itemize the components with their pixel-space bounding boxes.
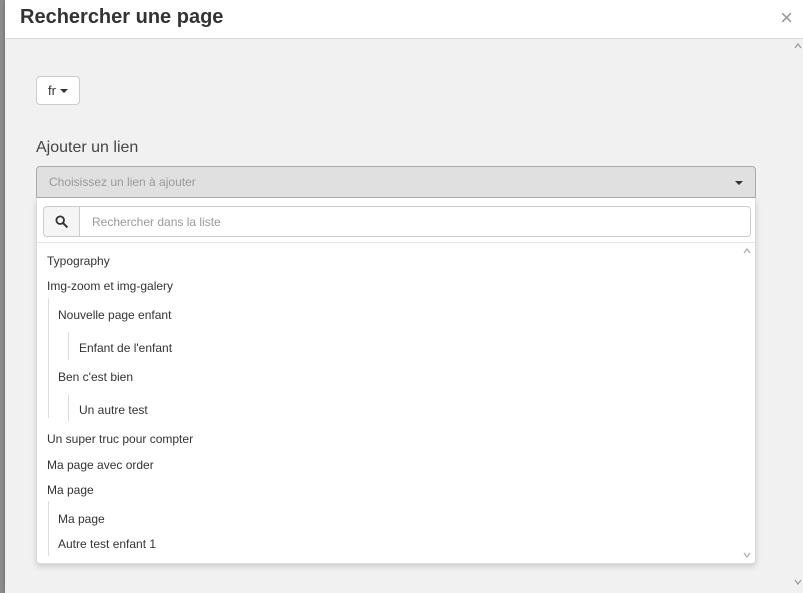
page-list-item[interactable]: Img-zoom et img-galery <box>47 279 173 293</box>
add-link-label: Ajouter un lien <box>36 139 139 156</box>
chevron-up-icon[interactable] <box>794 42 802 50</box>
language-selected-label: fr <box>48 83 56 98</box>
link-select-placeholder: Choisissez un lien à ajouter <box>49 175 196 189</box>
page-list: Typography Img-zoom et img-galery Nouvelle… <box>37 243 755 563</box>
page-list-item[interactable]: Ma page avec order <box>47 458 154 472</box>
search-icon <box>43 206 79 237</box>
chevron-down-icon[interactable] <box>794 578 802 586</box>
language-dropdown-button[interactable]: fr <box>36 76 80 105</box>
caret-down-icon <box>735 181 743 185</box>
page-list-item[interactable]: Ben c'est bien <box>58 370 133 384</box>
tree-guide-line <box>68 394 69 422</box>
chevron-up-icon[interactable] <box>743 247 751 255</box>
page-list-item[interactable]: Enfant de l'enfant <box>79 341 172 355</box>
search-group <box>43 206 751 237</box>
tree-guide-line <box>48 501 49 556</box>
caret-down-icon <box>59 88 68 93</box>
list-scrollbar[interactable] <box>741 243 753 561</box>
link-dropdown: Typography Img-zoom et img-galery Nouvelle… <box>36 198 756 564</box>
page-list-item[interactable]: Ma page <box>58 512 105 526</box>
search-input[interactable] <box>79 206 751 237</box>
page-list-item[interactable]: Autre test enfant 1 <box>58 537 156 551</box>
modal-scrollbar[interactable] <box>793 40 803 590</box>
search-page-modal: Rechercher une page × fr Ajouter un lien… <box>5 0 803 593</box>
close-icon[interactable]: × <box>780 6 793 30</box>
page-list-item[interactable]: Nouvelle page enfant <box>58 308 171 322</box>
page-list-item[interactable]: Un autre test <box>79 403 148 417</box>
tree-guide-line <box>68 332 69 360</box>
page-list-item[interactable]: Ma page <box>47 483 94 497</box>
tree-guide-line <box>48 298 49 418</box>
chevron-down-icon[interactable] <box>743 551 751 559</box>
modal-header: Rechercher une page × <box>5 0 803 39</box>
page-list-item[interactable]: Un super truc pour compter <box>47 432 193 446</box>
modal-title: Rechercher une page <box>20 6 224 28</box>
link-select[interactable]: Choisissez un lien à ajouter <box>36 166 756 198</box>
page-list-item[interactable]: Typography <box>47 254 110 268</box>
